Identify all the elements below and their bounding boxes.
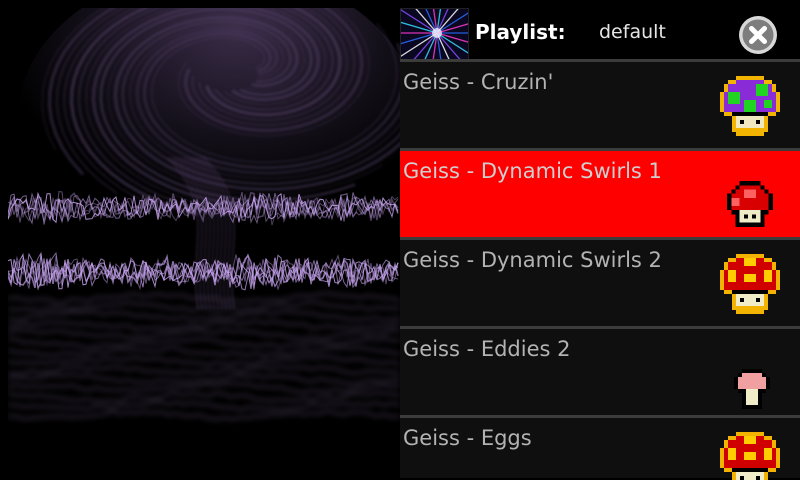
preset-item-eggs[interactable]: Geiss - Eggs bbox=[400, 415, 800, 480]
visualizer-display[interactable] bbox=[8, 8, 400, 472]
small-red-mushroom-icon bbox=[723, 177, 777, 235]
playlist-label: Playlist: bbox=[475, 20, 566, 44]
thumbnail-image bbox=[401, 9, 468, 59]
preset-list: Geiss - Cruzin' Geiss - Dynamic Swirls 1 bbox=[400, 59, 800, 480]
preset-item-cruzin[interactable]: Geiss - Cruzin' bbox=[400, 59, 800, 148]
close-icon bbox=[739, 16, 777, 54]
preset-panel: Playlist: default Geiss - Cruzin' Geiss … bbox=[400, 0, 800, 480]
preset-name: Geiss - Eddies 2 bbox=[403, 337, 571, 361]
visualizer-canvas bbox=[8, 8, 400, 472]
red-mushroom-icon bbox=[716, 428, 784, 480]
tiny-pink-mushroom-icon bbox=[734, 369, 770, 413]
preset-item-dynamic-swirls-2[interactable]: Geiss - Dynamic Swirls 2 bbox=[400, 237, 800, 326]
purple-mushroom-icon bbox=[716, 72, 784, 144]
playlist-name[interactable]: default bbox=[599, 21, 666, 43]
preset-item-dynamic-swirls-1[interactable]: Geiss - Dynamic Swirls 1 bbox=[400, 148, 800, 237]
close-button[interactable] bbox=[738, 15, 778, 55]
preset-thumbnail[interactable] bbox=[400, 8, 469, 60]
preset-name: Geiss - Dynamic Swirls 1 bbox=[403, 159, 662, 183]
preset-name: Geiss - Dynamic Swirls 2 bbox=[403, 248, 662, 272]
preset-item-eddies-2[interactable]: Geiss - Eddies 2 bbox=[400, 326, 800, 415]
preset-name: Geiss - Cruzin' bbox=[403, 70, 554, 94]
preset-name: Geiss - Eggs bbox=[403, 426, 532, 450]
red-mushroom-icon bbox=[716, 250, 784, 322]
playlist-header: Playlist: default bbox=[400, 6, 800, 62]
